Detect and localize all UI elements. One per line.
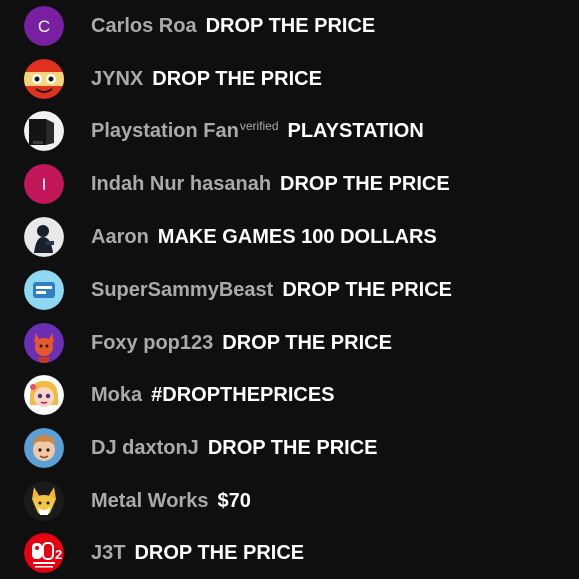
message-line: SuperSammyBeast DROP THE PRICE [91,279,452,302]
avatar[interactable] [24,270,64,310]
message-line: Aaron MAKE GAMES 100 DOLLARS [91,226,437,249]
chat-message: Aaron MAKE GAMES 100 DOLLARS [0,211,579,263]
message-text: DROP THE PRICE [280,172,450,195]
message-line: Indah Nur hasanah DROP THE PRICE [91,173,450,196]
author-name[interactable]: Aaron [91,226,149,248]
letter-c-avatar-icon: C [24,6,64,46]
chat-message: C Carlos Roa DROP THE PRICE [0,0,579,52]
avatar[interactable]: C [24,6,64,46]
message-text: PLAYSTATION [287,120,424,142]
cartoon-boy-avatar-icon [24,428,64,468]
author-name[interactable]: Metal Works [91,490,208,512]
orange-character-avatar-icon [24,59,64,99]
message-text: MAKE GAMES 100 DOLLARS [157,225,437,248]
blue-logo-avatar-icon [24,270,64,310]
message-line: Carlos Roa DROP THE PRICE [91,15,375,38]
message-line: Foxy pop123 DROP THE PRICE [91,332,392,355]
chat-message: Foxy pop123 DROP THE PRICE [0,317,579,369]
message-line: Metal Works $70 [91,490,251,513]
message-line: JYNX DROP THE PRICE [91,68,322,91]
author-name[interactable]: Playstation Fan [91,120,239,142]
svg-text:I: I [42,175,47,194]
message-text: DROP THE PRICE [152,67,322,90]
message-line: Moka #DROPTHEPRICES [91,384,335,407]
chat-message: DJ daxtonJ DROP THE PRICE [0,422,579,474]
avatar[interactable] [24,111,64,151]
anime-girl-avatar-icon [24,375,64,415]
verified-badge: verified [239,119,279,133]
fox-character-avatar-icon [24,323,64,363]
switch-2-logo-avatar-icon: 2 [24,533,64,573]
dark-figure-avatar-icon [24,217,64,257]
chat-message: SuperSammyBeast DROP THE PRICE [0,264,579,316]
message-line: DJ daxtonJ DROP THE PRICE [91,437,377,460]
message-text: DROP THE PRICE [134,541,305,564]
message-text: DROP THE PRICE [207,436,378,459]
svg-text:C: C [38,17,50,36]
chat-message: 2 J3T DROP THE PRICE [0,527,579,579]
avatar[interactable] [24,323,64,363]
author-name[interactable]: Indah Nur hasanah [91,173,271,195]
message-text: DROP THE PRICE [222,331,392,354]
author-name[interactable]: Carlos Roa [91,15,197,37]
svg-text:2: 2 [55,547,62,562]
message-text: #DROPTHEPRICES [151,383,335,406]
message-line: J3T DROP THE PRICE [91,542,304,565]
avatar[interactable] [24,217,64,257]
author-name[interactable]: JYNX [91,68,143,90]
playstation-console-avatar-icon [24,111,64,151]
avatar[interactable] [24,481,64,521]
message-text: DROP THE PRICE [205,14,376,37]
chat-message: Metal Works $70 [0,475,579,527]
message-line: Playstation Fanverified PLAYSTATION [91,119,424,143]
avatar[interactable]: 2 [24,533,64,573]
live-chat-list: C Carlos Roa DROP THE PRICE JYNX DROP THE … [0,0,579,579]
chat-message: Moka #DROPTHEPRICES [0,369,579,421]
message-text: $70 [217,489,251,512]
author-name[interactable]: J3T [91,542,125,564]
avatar[interactable] [24,375,64,415]
chat-message: Playstation Fanverified PLAYSTATION [0,105,579,157]
author-name[interactable]: Foxy pop123 [91,332,213,354]
author-name[interactable]: SuperSammyBeast [91,279,273,301]
letter-i-avatar-icon: I [24,164,64,204]
message-text: DROP THE PRICE [282,278,452,301]
avatar[interactable]: I [24,164,64,204]
yellow-fox-avatar-icon [24,481,64,521]
chat-message: JYNX DROP THE PRICE [0,53,579,105]
chat-message: I Indah Nur hasanah DROP THE PRICE [0,158,579,210]
author-name[interactable]: Moka [91,384,142,406]
avatar[interactable] [24,59,64,99]
author-name[interactable]: DJ daxtonJ [91,437,199,459]
avatar[interactable] [24,428,64,468]
